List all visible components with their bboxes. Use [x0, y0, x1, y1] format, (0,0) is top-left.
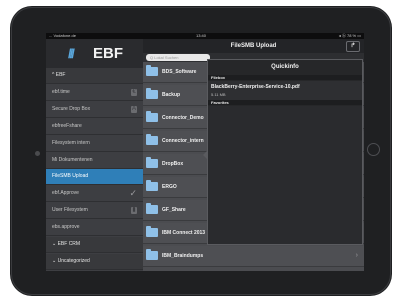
sidebar-item[interactable]: Mi Dokumentenen [46, 153, 143, 169]
sidebar-item-label: Filesystem intern [52, 139, 90, 146]
search-input[interactable]: Q Lokal Suchen [146, 54, 210, 61]
sidebar-item-label: Secure Drop Box [52, 105, 91, 112]
sidebar-item[interactable]: ebf.time € [46, 85, 143, 101]
sidebar-item-label: ⌄ Uncategorized [52, 257, 90, 264]
sidebar-item[interactable]: FileSMB Upload [46, 169, 143, 186]
folder-icon [146, 203, 158, 214]
sidebar-item[interactable]: ebf.Approve ✓ [46, 186, 143, 203]
folder-icon [146, 249, 158, 260]
file-name: Connector_Demo [162, 115, 204, 121]
sidebar-item-label: FileSMB Upload [52, 173, 89, 180]
section-header-favorites: Favorites [208, 100, 362, 105]
sidebar-item-label: ebf.time [52, 88, 70, 95]
share-button[interactable]: ↱ [346, 41, 360, 52]
file-size: 5.11 MB [211, 92, 226, 97]
sidebar-item-label: ebf.Approve [52, 190, 79, 197]
folder-icon [146, 111, 158, 122]
file-name: BlackBerry-Enterprise-Service-10.pdf [211, 84, 300, 90]
folder-icon [146, 134, 158, 145]
folder-icon [146, 226, 158, 237]
sidebar-item-label: Mi Dokumentenen [52, 156, 93, 163]
sidebar-item[interactable]: Filesystem intern [46, 136, 143, 152]
sidebar: /// EBF ^ EBF ebf.time € Secure Drop Box Aeb… [46, 39, 143, 271]
folder-icon [146, 88, 158, 99]
favorites-list [208, 106, 362, 244]
sidebar-item-label: ^ EBF [52, 72, 66, 78]
title-bar: FileSMB Upload ↱ [143, 39, 364, 53]
logo-mark-icon: /// [68, 46, 75, 61]
file-row[interactable]: IBM_Braindumps › [143, 246, 364, 267]
app-logo: /// EBF [46, 39, 143, 68]
folder-icon [146, 65, 158, 76]
sidebar-item[interactable]: User Filesystem ▮ [46, 203, 143, 220]
sidebar-item[interactable]: ⌄ Uncategorized [46, 253, 143, 270]
front-camera [35, 151, 40, 156]
quickinfo-file-item[interactable]: BlackBerry-Enterprise-Service-10.pdf 5.1… [208, 81, 362, 100]
sidebar-item[interactable]: ebs.approve [46, 220, 143, 237]
share-icon: ↱ [350, 43, 356, 49]
badge-icon: € [131, 88, 137, 96]
quickinfo-popover: Quickinfo Filebox BlackBerry-Enterprise-… [203, 59, 363, 245]
chevron-right-icon: › [355, 252, 358, 259]
sidebar-item[interactable]: ebfreeFshare [46, 119, 143, 135]
sidebar-item[interactable]: Secure Drop Box A [46, 102, 143, 118]
file-name: ERGO [162, 184, 177, 190]
file-name: IBM_Braindumps [162, 253, 204, 259]
app-screen: ... Vodafone.de 13:40 ◂ ⓑ 78 % ▭ /// EBF… [46, 33, 364, 271]
folder-icon [146, 180, 158, 191]
sidebar-item-label: User Filesystem [52, 207, 88, 214]
sidebar-item-label: ebs.approve [52, 224, 80, 231]
folder-icon [146, 157, 158, 168]
section-header-filebox: Filebox [208, 75, 362, 80]
file-name: BDS_Software [162, 69, 197, 75]
badge-icon: ▮ [131, 207, 137, 215]
sidebar-item-label: ⌄ EBF CRM [52, 241, 81, 247]
sidebar-item-label: ebfreeFshare [52, 122, 82, 129]
sidebar-item[interactable]: ^ EBF [46, 68, 143, 84]
file-name: Connector_intern [162, 138, 204, 144]
popover-title: Quickinfo [271, 64, 299, 70]
file-name: IBM Connect 2013 [162, 230, 206, 236]
home-button[interactable] [367, 143, 380, 156]
check-icon: ✓ [129, 188, 137, 199]
file-name: GF_Share [162, 207, 186, 213]
file-name: Backup [162, 92, 181, 98]
file-name: DropBox [162, 161, 184, 167]
badge-icon: A [131, 105, 137, 113]
sidebar-item[interactable]: ⌄ EBF CRM [46, 237, 143, 253]
page-title: FileSMB Upload [230, 43, 277, 49]
logo-text: EBF [93, 45, 123, 62]
